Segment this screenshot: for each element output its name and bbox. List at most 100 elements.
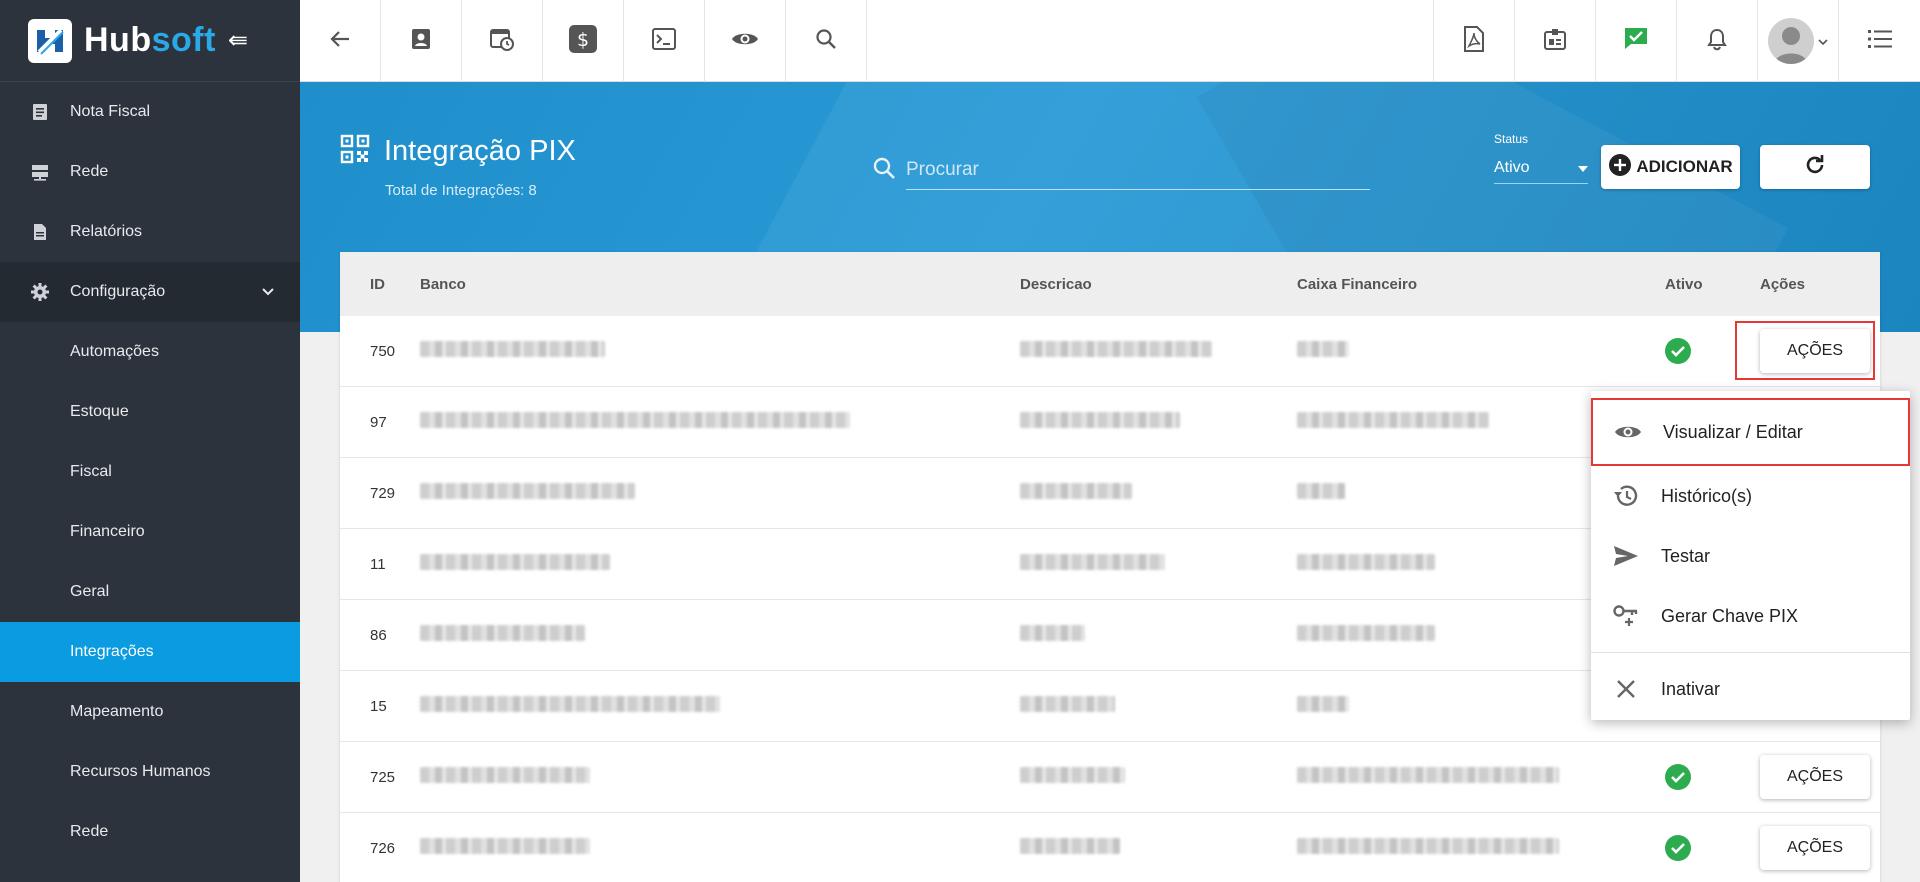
row-id: 11	[370, 555, 386, 573]
table-row: 750 AÇÕES	[340, 316, 1880, 387]
sidebar-item-rede[interactable]: Rede	[0, 142, 300, 202]
logo-text: Hubsoft	[84, 21, 216, 60]
column-header-descricao[interactable]: Descricao	[1020, 276, 1297, 293]
menu-item-testar[interactable]: Testar	[1591, 526, 1910, 586]
sidebar-item-label: Rede	[70, 163, 109, 180]
refresh-icon	[1803, 153, 1827, 182]
sidebar-item-label: Recursos Humanos	[70, 763, 211, 780]
status-filter[interactable]: Status Ativo	[1494, 132, 1588, 184]
sidebar-subitem-geral[interactable]: Geral	[0, 562, 300, 622]
redacted-text	[1297, 554, 1435, 570]
sidebar-subitem-financeiro[interactable]: Financeiro	[0, 502, 300, 562]
invoice-icon	[0, 103, 70, 121]
sidebar-subitem-mapeamento[interactable]: Mapeamento	[0, 682, 300, 742]
list-menu-button[interactable]	[1839, 0, 1920, 82]
redacted-text	[1297, 625, 1435, 641]
row-id: 726	[370, 839, 396, 857]
brand-name-part1: Hub	[84, 21, 152, 59]
add-button[interactable]: ADICIONAR	[1601, 145, 1740, 189]
chat-check-icon	[1623, 26, 1649, 57]
search-button[interactable]	[786, 0, 867, 82]
redacted-text	[420, 767, 590, 783]
id-badge-icon	[1543, 27, 1567, 56]
sidebar-subitem-rede[interactable]: Rede	[0, 802, 300, 862]
menu-item-label: Visualizar / Editar	[1663, 421, 1803, 442]
contact-card-button[interactable]	[381, 0, 462, 82]
row-id: 725	[370, 768, 396, 786]
row-id: 729	[370, 484, 396, 502]
redacted-text	[1297, 696, 1349, 712]
sidebar-subitem-integracoes[interactable]: Integrações	[0, 622, 300, 682]
sidebar-subitem-fiscal[interactable]: Fiscal	[0, 442, 300, 502]
logo[interactable]: Hubsoft ⇚	[0, 0, 300, 82]
redacted-text	[420, 696, 720, 712]
sidebar-item-label: Automações	[70, 343, 159, 360]
brand-name-part2: soft	[151, 21, 216, 59]
key-icon	[1591, 602, 1661, 630]
table-row: 725 AÇÕES	[340, 742, 1880, 813]
id-badge-button[interactable]	[1515, 0, 1596, 82]
sidebar-item-nota-fiscal[interactable]: Nota Fiscal	[0, 82, 300, 142]
tasks-button[interactable]	[1596, 0, 1677, 82]
sidebar-subitem-automacoes[interactable]: Automações	[0, 322, 300, 382]
column-header-acoes: Ações	[1760, 275, 1806, 293]
menu-item-inativar[interactable]: Inativar	[1591, 659, 1910, 719]
row-id: 97	[370, 413, 387, 431]
search-bar	[872, 150, 1370, 190]
menu-item-visualizar-editar[interactable]: Visualizar / Editar	[1591, 398, 1910, 466]
status-select[interactable]: Ativo	[1494, 152, 1588, 184]
table-row: 726 AÇÕES	[340, 813, 1880, 882]
status-value: Ativo	[1494, 158, 1530, 176]
menu-divider	[1591, 652, 1910, 653]
search-icon	[872, 156, 896, 185]
column-header-id[interactable]: ID	[340, 276, 420, 293]
column-header-caixa[interactable]: Caixa Financeiro	[1297, 276, 1665, 293]
pdf-icon	[1463, 25, 1485, 57]
sidebar-item-configuracao[interactable]: Configuração	[0, 262, 300, 322]
search-icon	[815, 28, 837, 55]
redacted-text	[1020, 483, 1132, 499]
user-menu-button[interactable]	[1758, 0, 1839, 82]
schedule-button[interactable]	[462, 0, 543, 82]
view-button[interactable]	[705, 0, 786, 82]
pdf-button[interactable]	[1434, 0, 1515, 82]
redacted-text	[1297, 412, 1489, 428]
notifications-button[interactable]	[1677, 0, 1758, 82]
sidebar-subitem-recursos-humanos[interactable]: Recursos Humanos	[0, 742, 300, 802]
sidebar-item-relatorios[interactable]: Relatórios	[0, 202, 300, 262]
sidebar-item-label: Estoque	[70, 403, 129, 420]
column-header-ativo[interactable]: Ativo	[1665, 276, 1760, 293]
redacted-text	[1020, 554, 1165, 570]
list-icon	[1867, 29, 1892, 54]
collapse-sidebar-icon[interactable]: ⇚	[228, 26, 248, 55]
menu-item-gerar-chave-pix[interactable]: Gerar Chave PIX	[1591, 586, 1910, 646]
column-header-banco[interactable]: Banco	[420, 276, 1020, 293]
chevron-down-icon	[1818, 32, 1828, 50]
actions-button[interactable]: AÇÕES	[1760, 826, 1870, 870]
redacted-text	[420, 625, 585, 641]
calendar-clock-icon	[489, 26, 515, 57]
add-button-label: ADICIONAR	[1636, 157, 1733, 176]
table-header: ID Banco Descricao Caixa Financeiro Ativ…	[340, 252, 1880, 316]
redacted-text	[420, 838, 590, 854]
svg-text:$: $	[577, 29, 589, 51]
redacted-text	[420, 341, 605, 357]
caret-down-icon	[1578, 159, 1588, 177]
arrow-left-icon	[329, 28, 351, 55]
terminal-button[interactable]	[624, 0, 705, 82]
actions-button[interactable]: AÇÕES	[1760, 755, 1870, 799]
report-icon	[0, 223, 70, 241]
redacted-text	[1297, 767, 1559, 783]
actions-button-highlight	[1735, 321, 1875, 380]
chevron-down-icon	[262, 283, 274, 301]
refresh-button[interactable]	[1760, 145, 1870, 189]
menu-item-historico[interactable]: Histórico(s)	[1591, 466, 1910, 526]
active-check-icon	[1665, 764, 1691, 790]
search-input[interactable]	[906, 150, 1370, 190]
back-button[interactable]	[300, 0, 381, 82]
sidebar-item-label: Financeiro	[70, 523, 145, 540]
server-icon	[0, 163, 70, 181]
status-label: Status	[1494, 132, 1529, 146]
sidebar-subitem-estoque[interactable]: Estoque	[0, 382, 300, 442]
financial-button[interactable]: $	[543, 0, 624, 82]
